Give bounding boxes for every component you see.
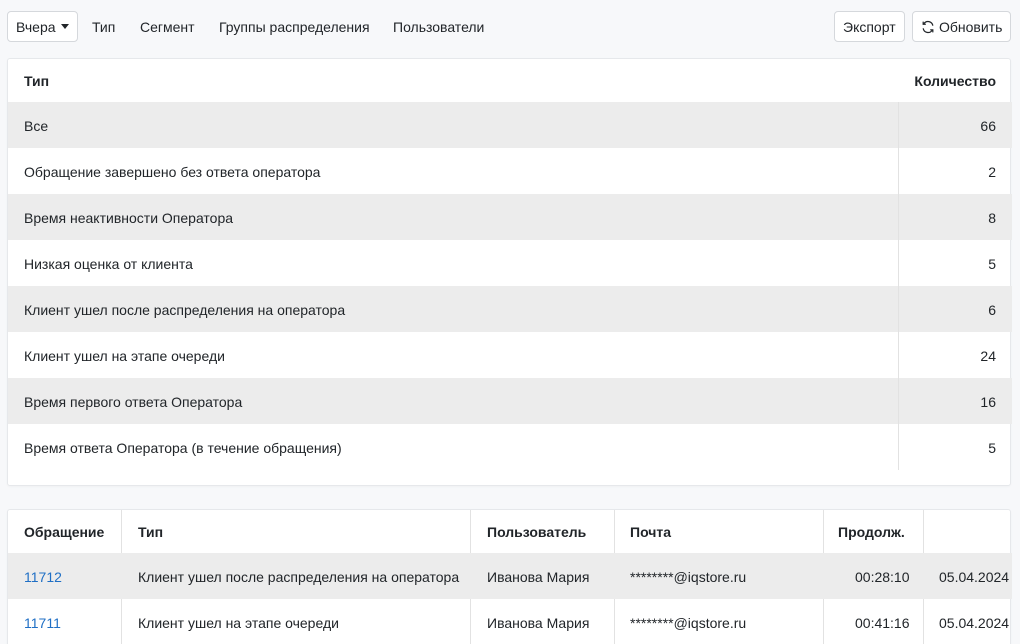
table-row[interactable]: Клиент ушел после распределения на опера… <box>8 286 1012 332</box>
row-type: Время неактивности Оператора <box>24 210 234 226</box>
export-label: Экспорт <box>843 18 896 35</box>
table-row[interactable]: 11712 Клиент ушел после распределения на… <box>8 553 1012 599</box>
row-count: 16 <box>980 394 996 410</box>
row-duration: 00:41:16 <box>855 615 910 631</box>
table-row[interactable]: Обращение завершено без ответа оператора… <box>8 148 1012 194</box>
refresh-button[interactable]: Обновить <box>912 11 1012 42</box>
table-row[interactable]: 11711 Клиент ушел на этапе очереди Ивано… <box>8 599 1012 644</box>
row-count: 6 <box>988 302 996 318</box>
detail-table-header: Обращение Тип Пользователь Почта Продолж… <box>8 510 1012 553</box>
ticket-link[interactable]: 11711 <box>24 615 61 631</box>
refresh-icon <box>922 20 934 33</box>
row-duration: 00:28:10 <box>855 569 910 585</box>
row-user: Иванова Мария <box>487 569 590 585</box>
divider <box>898 240 899 286</box>
summary-table: Тип Количество Все 66 Обращение завершен… <box>7 58 1012 486</box>
header-count[interactable]: Количество <box>914 73 996 89</box>
row-email: ********@iqstore.ru <box>630 569 747 585</box>
row-date: 05.04.2024 <box>939 615 1010 631</box>
row-type: Время ответа Оператора (в течение обраще… <box>24 440 342 456</box>
row-type: Клиент ушел на этапе очереди <box>24 348 225 364</box>
row-type: Клиент ушел на этапе очереди <box>138 615 339 631</box>
table-row[interactable]: Все 66 <box>8 102 1012 148</box>
header-ticket[interactable]: Обращение <box>24 524 104 540</box>
ticket-link[interactable]: 11712 <box>24 569 62 585</box>
row-count: 2 <box>988 164 996 180</box>
row-count: 5 <box>988 440 996 456</box>
row-count: 24 <box>980 348 996 364</box>
header-type[interactable]: Тип <box>24 73 49 89</box>
row-count: 5 <box>988 256 996 272</box>
nav-users[interactable]: Пользователи <box>393 19 484 35</box>
table-row[interactable]: Время неактивности Оператора 8 <box>8 194 1012 240</box>
row-count: 66 <box>980 118 996 134</box>
divider <box>898 148 899 194</box>
table-row[interactable]: Время ответа Оператора (в течение обраще… <box>8 424 1012 470</box>
export-button[interactable]: Экспорт <box>834 11 905 42</box>
toolbar: Вчера Тип Сегмент Группы распределения П… <box>0 0 1020 56</box>
nav-type[interactable]: Тип <box>92 19 115 35</box>
row-type: Обращение завершено без ответа оператора <box>24 164 321 180</box>
divider <box>898 332 899 378</box>
divider <box>898 102 899 148</box>
row-type: Все <box>24 118 49 134</box>
divider <box>898 378 899 424</box>
row-type: Клиент ушел после распределения на опера… <box>24 302 346 318</box>
detail-table: Обращение Тип Пользователь Почта Продолж… <box>7 509 1012 644</box>
table-row[interactable]: Низкая оценка от клиента 5 <box>8 240 1012 286</box>
period-dropdown[interactable]: Вчера <box>7 11 78 42</box>
header-email[interactable]: Почта <box>630 524 671 540</box>
row-type: Время первого ответа Оператора <box>24 394 243 410</box>
summary-table-header: Тип Количество <box>8 59 1012 102</box>
row-type: Клиент ушел после распределения на опера… <box>138 569 460 585</box>
row-type: Низкая оценка от клиента <box>24 256 193 272</box>
row-date: 05.04.2024 <box>939 569 1010 585</box>
period-label: Вчера <box>16 18 56 35</box>
divider <box>898 286 899 332</box>
caret-down-icon <box>60 24 69 29</box>
row-email: ********@iqstore.ru <box>630 615 747 631</box>
nav-segment[interactable]: Сегмент <box>140 19 195 35</box>
header-user[interactable]: Пользователь <box>487 524 586 540</box>
table-row[interactable]: Клиент ушел на этапе очереди 24 <box>8 332 1012 378</box>
header-duration[interactable]: Продолж. <box>838 524 905 540</box>
nav-distribution-groups[interactable]: Группы распределения <box>219 19 370 35</box>
row-user: Иванова Мария <box>487 615 590 631</box>
row-count: 8 <box>988 210 996 226</box>
header-type[interactable]: Тип <box>138 524 163 540</box>
table-row[interactable]: Время первого ответа Оператора 16 <box>8 378 1012 424</box>
divider <box>898 424 899 470</box>
refresh-label: Обновить <box>939 18 1003 35</box>
divider <box>898 194 899 240</box>
